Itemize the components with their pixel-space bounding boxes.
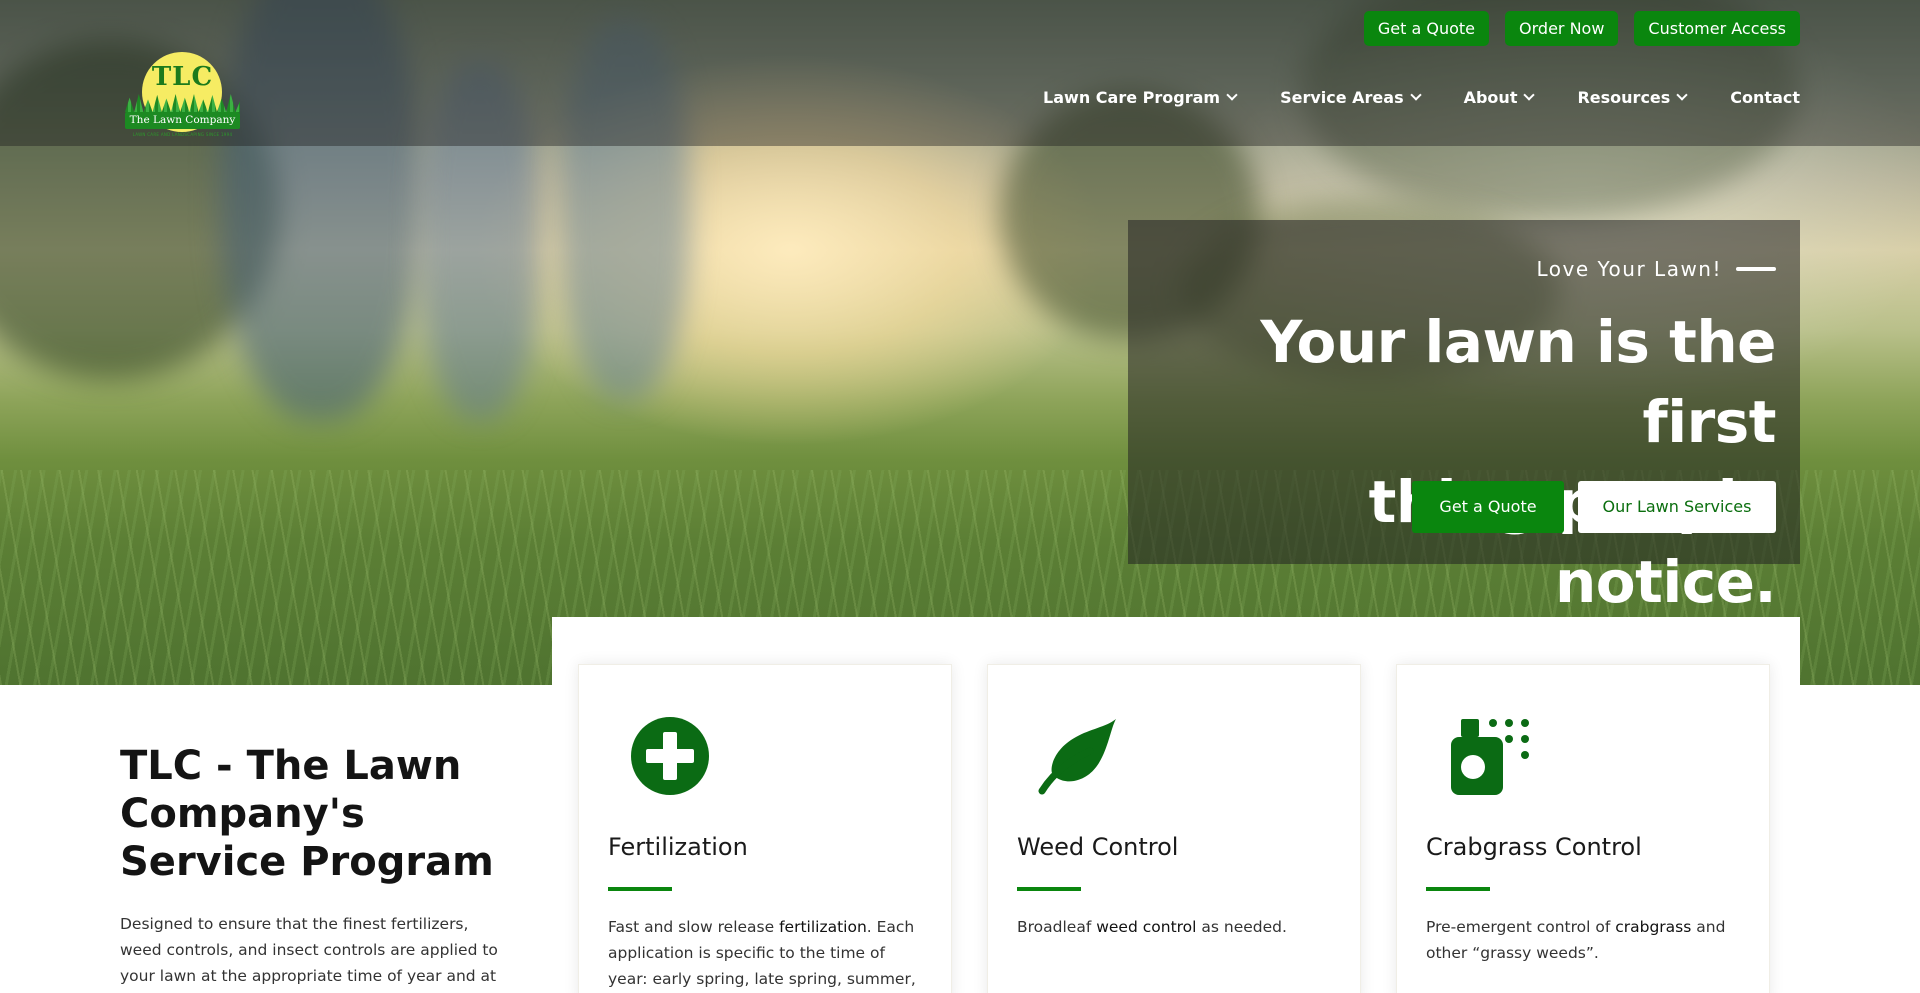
- hero-headline-line-1: Your lawn is the first: [1260, 308, 1776, 456]
- fertilization-link[interactable]: fertilization: [779, 918, 867, 936]
- description-text: Fast and slow release: [608, 918, 780, 936]
- main-navigation: Lawn Care Program Service Areas About Re…: [1043, 88, 1800, 107]
- service-card-weed-control: Weed Control Broadleaf weed control as n…: [987, 664, 1361, 993]
- nav-item-label: Resources: [1577, 88, 1671, 107]
- service-card-title: Fertilization: [608, 833, 748, 861]
- service-card-title: Weed Control: [1017, 833, 1179, 861]
- header-action-buttons: Get a Quote Order Now Customer Access: [1363, 11, 1800, 46]
- nav-item-label: Lawn Care Program: [1043, 88, 1221, 107]
- hero-headline: Your lawn is the first thing people noti…: [1136, 302, 1776, 622]
- customer-access-button[interactable]: Customer Access: [1634, 11, 1800, 46]
- our-lawn-services-button[interactable]: Our Lawn Services: [1578, 481, 1776, 533]
- chevron-down-icon: [1226, 89, 1238, 101]
- chevron-down-icon: [1409, 89, 1422, 101]
- description-text: Broadleaf: [1017, 918, 1097, 936]
- hero-text-panel: Love Your Lawn! Your lawn is the first t…: [1128, 220, 1800, 616]
- logo-initials: TLC: [151, 62, 214, 92]
- service-program-description: Designed to ensure that the finest ferti…: [120, 915, 498, 985]
- title-underline: [1017, 887, 1081, 891]
- logo-tagline: LAWN CARE AND LANDSCAPING SINCE 1994: [132, 132, 233, 137]
- leaf-icon: [1038, 719, 1116, 795]
- nav-item-label: Contact: [1730, 88, 1800, 107]
- service-card-title: Crabgrass Control: [1426, 833, 1642, 861]
- chevron-down-icon: [1676, 89, 1688, 101]
- title-underline: [1426, 887, 1490, 891]
- service-card-description: Broadleaf weed control as needed.: [1017, 914, 1337, 940]
- nav-item-lawn-care-program[interactable]: Lawn Care Program: [1043, 88, 1238, 107]
- nav-item-contact[interactable]: Contact: [1730, 88, 1800, 107]
- plus-circle-icon: [631, 717, 709, 795]
- weed-control-link[interactable]: weed control: [1096, 918, 1196, 936]
- logo-company-name: The Lawn Company: [125, 112, 240, 129]
- service-card-fertilization: Fertilization Fast and slow release fert…: [578, 664, 952, 993]
- nav-item-label: About: [1463, 88, 1518, 107]
- nav-item-label: Service Areas: [1280, 88, 1404, 107]
- title-underline: [608, 887, 672, 891]
- service-card-crabgrass-control: Crabgrass Control Pre-emergent control o…: [1396, 664, 1770, 993]
- chevron-down-icon: [1523, 89, 1536, 101]
- hero-eyebrow-text: Love Your Lawn!: [1536, 257, 1722, 281]
- spray-bottle-icon: [1451, 719, 1529, 795]
- description-text: as needed.: [1196, 918, 1287, 936]
- description-text: Pre-emergent control of: [1426, 918, 1616, 936]
- hero-buttons: Get a Quote Our Lawn Services: [1412, 481, 1776, 533]
- nav-item-service-areas[interactable]: Service Areas: [1280, 88, 1422, 107]
- service-card-description: Pre-emergent control of crabgrass and ot…: [1426, 914, 1746, 966]
- nav-item-about[interactable]: About: [1463, 88, 1536, 107]
- eyebrow-dash-decoration: [1736, 267, 1776, 271]
- service-program-title: TLC - The Lawn Company's Service Program: [120, 743, 494, 885]
- hero-get-quote-button[interactable]: Get a Quote: [1412, 481, 1564, 533]
- order-now-button[interactable]: Order Now: [1505, 11, 1619, 46]
- header-get-quote-button[interactable]: Get a Quote: [1363, 11, 1490, 46]
- nav-item-resources[interactable]: Resources: [1577, 88, 1688, 107]
- crabgrass-link[interactable]: crabgrass: [1615, 918, 1691, 936]
- service-card-description: Fast and slow release fertilization. Eac…: [608, 914, 928, 993]
- hero-eyebrow: Love Your Lawn!: [1536, 257, 1776, 281]
- site-logo[interactable]: TLC The Lawn Company LAWN CARE AND LANDS…: [120, 52, 245, 142]
